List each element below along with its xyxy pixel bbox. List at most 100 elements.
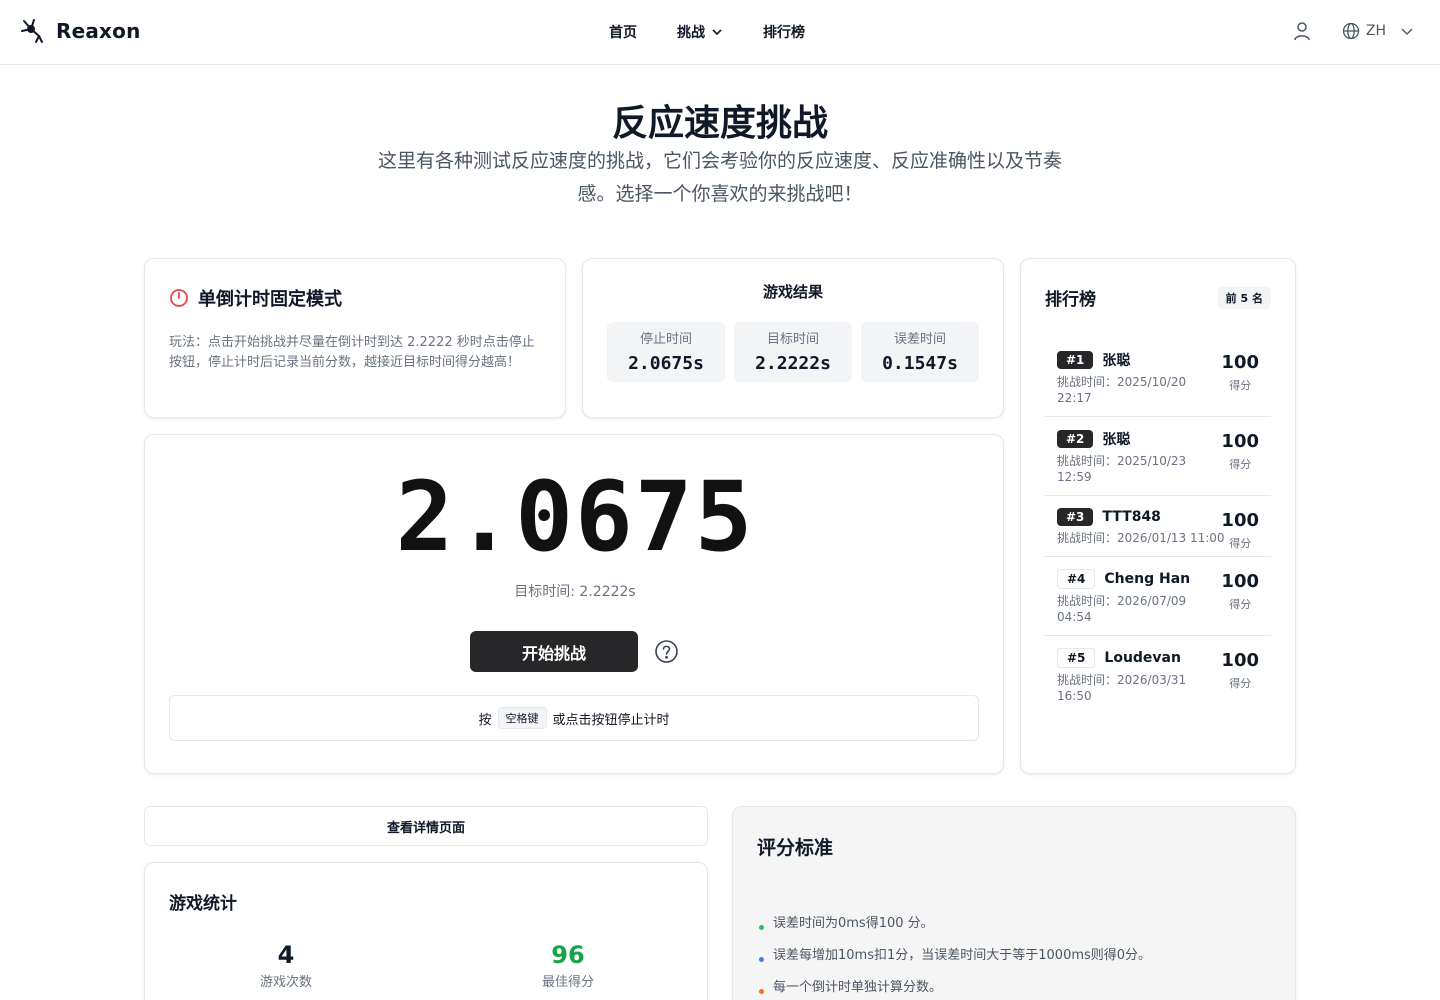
start-challenge-button[interactable]: 开始挑战 (470, 631, 638, 672)
player-name: 张聪 (1102, 432, 1131, 448)
score-unit: 得分 (1229, 598, 1252, 611)
logo[interactable]: Reaxon (20, 18, 141, 44)
leaderboard-card: 排行榜 前 5 名 #1 张聪 挑战时间：2025/10/20 22:17 10… (1020, 258, 1296, 774)
language-label: ZH (1365, 23, 1386, 39)
challenge-time: 挑战时间：2025/10/20 22:17 (1057, 375, 1187, 405)
help-icon[interactable] (654, 639, 679, 664)
stat-best-score: 96 最佳得分 (427, 941, 709, 990)
keyboard-hint: 按 空格键 或点击按钮停止计时 (169, 695, 979, 741)
bullet-dot-icon (759, 957, 764, 962)
player-name: Cheng Han (1104, 571, 1191, 587)
score-value: 100 (1221, 352, 1259, 373)
chevron-down-icon (712, 29, 722, 36)
player-score: 100 得分 (1221, 650, 1259, 691)
result-card: 游戏结果 停止时间 2.0675s 目标时间 2.2222s 误差时间 0.15… (582, 258, 1004, 418)
scoring-rules-title: 评分标准 (757, 837, 834, 859)
timer-card: 2.0675 目标时间: 2.2222s 开始挑战 按 空格键 或点击按钮停止计… (144, 434, 1004, 774)
leaderboard-title: 排行榜 (1045, 290, 1096, 310)
challenge-time: 挑战时间：2025/10/23 12:59 (1057, 454, 1187, 484)
result-stop-time-label: 停止时间 (639, 332, 692, 347)
space-key-badge: 空格键 (497, 707, 547, 729)
leaderboard-row[interactable]: #1 张聪 挑战时间：2025/10/20 22:17 100 得分 (1045, 338, 1271, 417)
result-error-time: 误差时间 0.1547s (861, 322, 979, 382)
result-target-time-label: 目标时间 (766, 332, 819, 347)
player-score: 100 得分 (1221, 431, 1259, 472)
top-header: Reaxon 首页 挑战 排行榜 ZH (0, 0, 1440, 65)
nav-leaderboard[interactable]: 排行榜 (763, 22, 805, 42)
stat-best-score-label: 最佳得分 (541, 975, 594, 990)
mode-title: 单倒计时固定模式 (169, 285, 541, 311)
clock-icon (170, 289, 188, 307)
timer-display: 2.0675 (395, 461, 755, 573)
stat-best-score-value: 96 (551, 941, 585, 969)
player-score: 100 得分 (1221, 510, 1259, 551)
stat-play-count-label: 游戏次数 (259, 975, 312, 990)
stats-title: 游戏统计 (169, 894, 237, 914)
nav-challenges-label: 挑战 (677, 25, 705, 41)
main-nav: 首页 挑战 排行榜 (609, 22, 805, 42)
rule-text: 误差时间为0ms得100 分。 (773, 916, 934, 931)
challenge-time: 挑战时间：2026/01/13 11:00 (1057, 531, 1225, 545)
rank-badge: #3 (1057, 508, 1094, 526)
view-details-button[interactable]: 查看详情页面 (144, 806, 708, 846)
rank-badge: #2 (1057, 430, 1094, 448)
rule-text: 误差每增加10ms扣1分，当误差时间大于等于1000ms则得0分。 (773, 948, 1152, 963)
bullet-dot-icon (759, 925, 764, 930)
player-score: 100 得分 (1221, 571, 1259, 612)
timer-target: 目标时间: 2.2222s (514, 584, 636, 600)
stat-play-count-value: 4 (277, 941, 295, 969)
result-stop-time-value: 2.0675s (628, 353, 704, 374)
stats-card: 游戏统计 4 游戏次数 96 最佳得分 (144, 862, 708, 1000)
language-switcher[interactable]: ZH (1342, 22, 1414, 40)
hint-prefix: 按 (478, 712, 492, 728)
nav-leaderboard-label: 排行榜 (763, 25, 805, 41)
globe-icon (1342, 22, 1360, 40)
rule-item: 误差时间为0ms得100 分。 (757, 914, 1271, 946)
leaderboard-row[interactable]: #2 张聪 挑战时间：2025/10/23 12:59 100 得分 (1045, 417, 1271, 496)
challenge-time: 挑战时间：2026/03/31 16:50 (1057, 673, 1187, 703)
mode-card: 单倒计时固定模式 玩法：点击开始挑战并尽量在倒计时到达 2.2222 秒时点击停… (144, 258, 566, 418)
page-subtitle: 这里有各种测试反应速度的挑战，它们会考验你的反应速度、反应准确性以及节奏感。选择… (377, 150, 1062, 205)
user-icon[interactable] (1292, 20, 1312, 42)
nav-challenges-dropdown[interactable]: 挑战 (677, 22, 723, 42)
scoring-rules-list: 误差时间为0ms得100 分。 误差每增加10ms扣1分，当误差时间大于等于10… (757, 914, 1271, 1000)
chevron-down-icon (1401, 28, 1413, 35)
player-name: TTT848 (1102, 509, 1161, 525)
result-error-time-value: 0.1547s (882, 353, 958, 374)
rule-item: 误差每增加10ms扣1分，当误差时间大于等于1000ms则得0分。 (757, 946, 1271, 978)
player-name: 张聪 (1102, 353, 1131, 369)
score-value: 100 (1221, 431, 1259, 452)
player-name: Loudevan (1104, 650, 1181, 666)
score-unit: 得分 (1229, 379, 1252, 392)
result-stop-time: 停止时间 2.0675s (607, 322, 725, 382)
top-count-badge: 前 5 名 (1217, 286, 1271, 309)
score-unit: 得分 (1229, 537, 1252, 550)
hint-suffix: 或点击按钮停止计时 (552, 712, 670, 728)
stat-play-count: 4 游戏次数 (145, 941, 427, 990)
score-value: 100 (1221, 650, 1259, 671)
leaderboard-row[interactable]: #4 Cheng Han 挑战时间：2026/07/09 04:54 100 得… (1045, 557, 1271, 636)
leaderboard-row[interactable]: #5 Loudevan 挑战时间：2026/03/31 16:50 100 得分 (1045, 636, 1271, 714)
rank-badge: #1 (1057, 351, 1094, 369)
player-score: 100 得分 (1221, 352, 1259, 393)
score-unit: 得分 (1229, 458, 1252, 471)
neuron-logo-icon (21, 19, 43, 43)
leaderboard-header: 排行榜 前 5 名 (1045, 285, 1271, 310)
leaderboard-list: #1 张聪 挑战时间：2025/10/20 22:17 100 得分 #2 张聪… (1045, 338, 1271, 714)
header-actions: ZH (1292, 20, 1414, 42)
nav-home-label: 首页 (609, 25, 637, 41)
mode-description: 玩法：点击开始挑战并尽量在倒计时到达 2.2222 秒时点击停止按钮，停止计时后… (169, 335, 535, 370)
result-boxes: 停止时间 2.0675s 目标时间 2.2222s 误差时间 0.1547s (607, 322, 979, 382)
challenge-time: 挑战时间：2026/07/09 04:54 (1057, 594, 1187, 624)
rank-badge: #5 (1057, 648, 1096, 668)
nav-home[interactable]: 首页 (609, 22, 637, 42)
leaderboard-row[interactable]: #3 TTT848 挑战时间：2026/01/13 11:00 100 得分 (1045, 496, 1271, 557)
rank-badge: #4 (1057, 569, 1096, 589)
rule-item: 每一个倒计时单独计算分数。 (757, 978, 1271, 1000)
bullet-dot-icon (759, 989, 764, 994)
result-error-time-label: 误差时间 (893, 332, 946, 347)
stats-row: 4 游戏次数 96 最佳得分 (145, 941, 709, 990)
score-value: 100 (1221, 571, 1259, 592)
result-target-time-value: 2.2222s (755, 353, 831, 374)
result-title: 游戏结果 (762, 283, 823, 301)
